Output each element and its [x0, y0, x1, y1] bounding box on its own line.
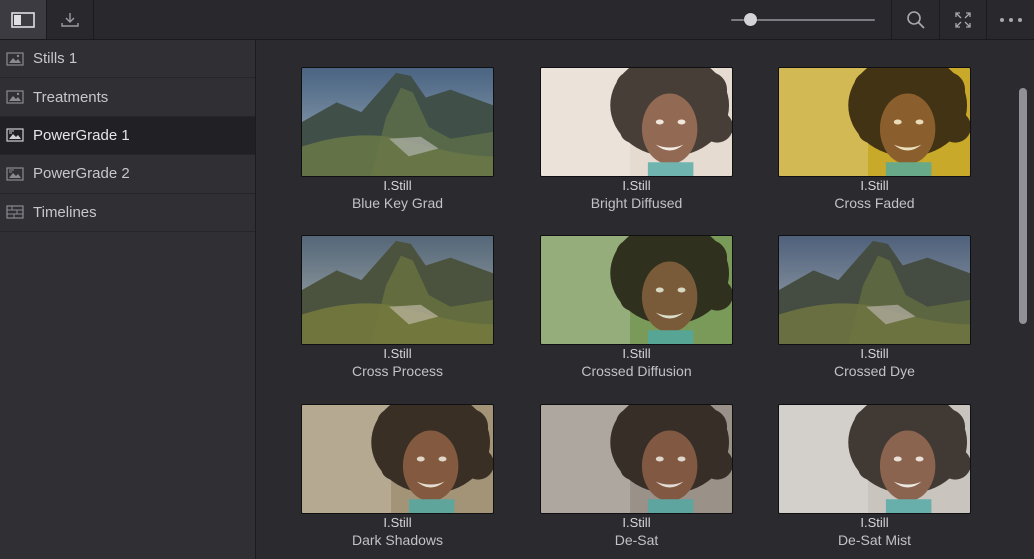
still-name: Dark Shadows: [351, 532, 444, 548]
still-name: Crossed Dye: [834, 363, 915, 379]
still-thumbnail[interactable]: [301, 67, 494, 177]
still-label: I.Still: [383, 178, 412, 193]
sidebar-item-powergrade-2[interactable]: PowerGrade 2: [0, 155, 255, 194]
still-card[interactable]: I.Still De-Sat Mist: [778, 404, 971, 549]
still-thumbnail[interactable]: [778, 235, 971, 345]
import-icon: [61, 12, 79, 27]
zoom-slider-handle[interactable]: [743, 13, 757, 26]
still-card[interactable]: I.Still Cross Process: [301, 235, 494, 380]
still-name: Cross Faded: [834, 195, 915, 211]
sidebar-item-label: Timelines: [33, 203, 97, 221]
still-thumbnail[interactable]: [301, 404, 494, 514]
still-thumbnail[interactable]: [540, 67, 733, 177]
search-button[interactable]: [892, 0, 939, 39]
stills-album-icon: [6, 52, 24, 66]
sidebar-item-treatments[interactable]: Treatments: [0, 78, 255, 117]
timeline-album-icon: [6, 205, 24, 219]
still-card[interactable]: I.Still Cross Faded: [778, 67, 971, 212]
powergrade-album-icon: [6, 128, 24, 143]
sidebar-item-label: PowerGrade 2: [33, 165, 130, 183]
fullscreen-button[interactable]: [940, 0, 986, 39]
still-label: I.Still: [622, 178, 651, 193]
search-icon: [906, 10, 925, 29]
still-thumbnail[interactable]: [778, 404, 971, 514]
still-thumbnail[interactable]: [540, 235, 733, 345]
sidebar-toggle-icon: [11, 11, 35, 28]
still-name: Bright Diffused: [590, 195, 683, 211]
still-name: Blue Key Grad: [351, 195, 444, 211]
still-thumbnail[interactable]: [301, 235, 494, 345]
more-options-icon: [999, 17, 1022, 22]
still-name: Cross Process: [351, 363, 444, 379]
sidebar-item-label: Treatments: [33, 88, 109, 106]
still-label: I.Still: [383, 515, 412, 530]
toolbar: [0, 0, 1034, 40]
still-label: I.Still: [383, 346, 412, 361]
more-options-button[interactable]: [987, 0, 1034, 39]
still-thumbnail[interactable]: [778, 67, 971, 177]
still-card[interactable]: I.Still Bright Diffused: [540, 67, 733, 212]
still-card[interactable]: I.Still Dark Shadows: [301, 404, 494, 549]
sidebar-item-powergrade-1[interactable]: PowerGrade 1: [0, 116, 255, 156]
still-name: De-Sat: [614, 532, 659, 548]
gallery-scrollbar[interactable]: [1019, 88, 1027, 324]
album-sidebar: Stills 1 Treatments PowerGrade 1 PowerGr…: [0, 40, 256, 559]
stills-album-icon: [6, 90, 24, 104]
still-label: I.Still: [622, 346, 651, 361]
gallery-window: Stills 1 Treatments PowerGrade 1 PowerGr…: [0, 0, 1034, 559]
import-button[interactable]: [47, 0, 93, 39]
still-thumbnail[interactable]: [540, 404, 733, 514]
stills-gallery: I.Still Blue Key Grad I.Still Bright Diffu…: [257, 40, 1034, 559]
still-label: I.Still: [860, 515, 889, 530]
still-label: I.Still: [860, 346, 889, 361]
sidebar-item-label: Stills 1: [33, 50, 78, 68]
still-name: Crossed Diffusion: [581, 363, 692, 379]
fullscreen-icon: [955, 11, 971, 28]
sidebar-toggle-button[interactable]: [0, 0, 46, 39]
still-name: De-Sat Mist: [837, 532, 912, 548]
sidebar-item-timelines[interactable]: Timelines: [0, 194, 255, 232]
sidebar-item-label: PowerGrade 1: [33, 126, 130, 144]
powergrade-album-icon: [6, 167, 24, 181]
still-card[interactable]: I.Still Crossed Diffusion: [540, 235, 733, 380]
still-card[interactable]: I.Still Blue Key Grad: [301, 67, 494, 212]
still-card[interactable]: I.Still Crossed Dye: [778, 235, 971, 380]
still-label: I.Still: [860, 178, 889, 193]
still-label: I.Still: [622, 515, 651, 530]
sidebar-item-stills-1[interactable]: Stills 1: [0, 40, 255, 79]
still-card[interactable]: I.Still De-Sat: [540, 404, 733, 549]
